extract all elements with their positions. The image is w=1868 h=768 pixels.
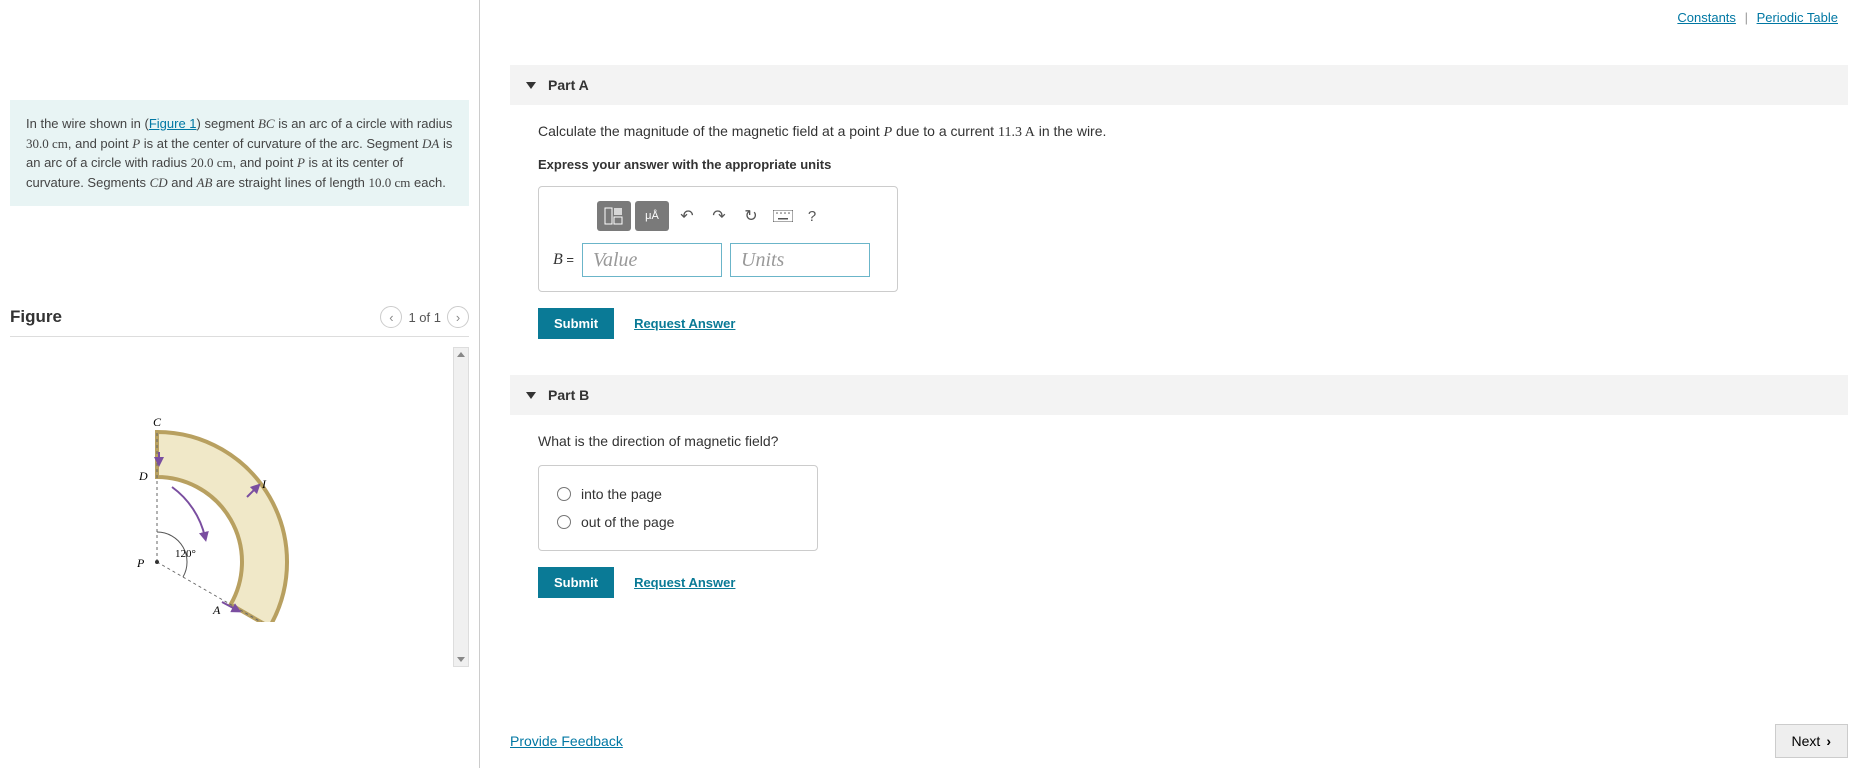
units-button[interactable]: μÅ	[635, 201, 669, 231]
value-input[interactable]	[582, 243, 722, 277]
option-out-of-page[interactable]: out of the page	[557, 508, 799, 536]
figure-scrollbar[interactable]	[453, 347, 469, 667]
provide-feedback-link[interactable]: Provide Feedback	[510, 733, 623, 749]
text: each.	[410, 175, 445, 190]
part-a-submit-row: Submit Request Answer	[538, 308, 1848, 339]
part-b-body: What is the direction of magnetic field?…	[510, 415, 1848, 614]
current-arrow-1	[172, 487, 205, 537]
scroll-down-icon[interactable]	[457, 657, 465, 662]
radio-out-of-page[interactable]	[557, 515, 571, 529]
scroll-up-icon[interactable]	[457, 352, 465, 357]
figure-title: Figure	[10, 307, 62, 327]
keyboard-button[interactable]	[769, 202, 797, 230]
part-b-submit-row: Submit Request Answer	[538, 567, 1848, 598]
text: and	[168, 175, 197, 190]
text: are straight lines of length	[212, 175, 368, 190]
point-p-dot	[155, 560, 159, 564]
redo-button[interactable]: ↷	[705, 202, 733, 230]
label-c: C	[153, 415, 162, 429]
divider: |	[1745, 10, 1748, 25]
text: is an arc of a circle with radius	[275, 116, 453, 131]
radio-into-page[interactable]	[557, 487, 571, 501]
figure-image: 120° C D P A B I	[10, 347, 453, 667]
part-a-instruction: Express your answer with the appropriate…	[538, 157, 1848, 172]
undo-button[interactable]: ↶	[673, 202, 701, 230]
option-label: into the page	[581, 486, 662, 502]
straight-length: 10.0 cm	[369, 175, 411, 190]
top-links: Constants | Periodic Table	[510, 0, 1848, 25]
point-p: P	[884, 125, 893, 140]
current-unit: A	[1025, 125, 1035, 140]
part-a-body: Calculate the magnitude of the magnetic …	[510, 105, 1848, 355]
next-button[interactable]: Next ›	[1775, 724, 1848, 758]
segment-bc: BC	[258, 116, 275, 131]
figure-header: Figure ‹ 1 of 1 ›	[10, 306, 469, 336]
request-answer-link[interactable]: Request Answer	[634, 575, 735, 590]
units-input[interactable]	[730, 243, 870, 277]
part-b-title: Part B	[548, 387, 589, 403]
part-a-header[interactable]: Part A	[510, 65, 1848, 105]
figure-nav: ‹ 1 of 1 ›	[380, 306, 469, 328]
part-a-title: Part A	[548, 77, 589, 93]
option-into-page[interactable]: into the page	[557, 480, 799, 508]
text: Calculate the magnitude of the magnetic …	[538, 123, 884, 139]
caret-down-icon	[526, 392, 536, 399]
variable-b: B	[553, 251, 563, 268]
answer-pane: Constants | Periodic Table Part A Calcul…	[480, 0, 1868, 768]
text: is at the center of curvature of the arc…	[140, 136, 422, 151]
text: in the wire.	[1035, 123, 1107, 139]
text: ) segment	[197, 116, 258, 131]
figure-next-button[interactable]: ›	[447, 306, 469, 328]
point-p2: P	[297, 155, 305, 170]
text: , and point	[68, 136, 132, 151]
submit-button[interactable]: Submit	[538, 567, 614, 598]
answer-input-row: B =	[553, 243, 883, 277]
template-button[interactable]	[597, 201, 631, 231]
next-label: Next	[1792, 733, 1821, 749]
chevron-right-icon: ›	[1826, 733, 1831, 749]
problem-pane: In the wire shown in (Figure 1) segment …	[0, 0, 480, 768]
figure-link[interactable]: Figure 1	[149, 116, 197, 131]
angle-label: 120°	[175, 548, 196, 560]
constants-link[interactable]: Constants	[1677, 10, 1736, 25]
point-p: P	[132, 136, 140, 151]
radius-bc: 30.0 cm	[26, 136, 68, 151]
figure-divider	[10, 336, 469, 337]
label-d: D	[138, 469, 148, 483]
part-b-question: What is the direction of magnetic field?	[538, 433, 1848, 449]
eq-variable: B =	[553, 251, 574, 269]
submit-button[interactable]: Submit	[538, 308, 614, 339]
segment-da: DA	[422, 136, 439, 151]
bottom-bar: Provide Feedback Next ›	[510, 714, 1848, 768]
arc-diagram: 120° C D P A B I	[117, 392, 347, 622]
reset-button[interactable]: ↻	[737, 202, 765, 230]
request-answer-link[interactable]: Request Answer	[634, 316, 735, 331]
segment-cd: CD	[150, 175, 168, 190]
label-p: P	[136, 556, 145, 570]
text: , and point	[233, 155, 297, 170]
label-a: A	[212, 603, 221, 617]
part-a-question: Calculate the magnitude of the magnetic …	[538, 123, 1848, 141]
option-label: out of the page	[581, 514, 674, 530]
figure-counter: 1 of 1	[408, 310, 441, 325]
problem-statement: In the wire shown in (Figure 1) segment …	[10, 100, 469, 206]
segment-ab: AB	[197, 175, 213, 190]
radio-options: into the page out of the page	[538, 465, 818, 551]
part-b-header[interactable]: Part B	[510, 375, 1848, 415]
text: In the wire shown in (	[26, 116, 149, 131]
periodic-table-link[interactable]: Periodic Table	[1757, 10, 1838, 25]
help-button[interactable]: ?	[801, 205, 823, 227]
eq-sign: =	[563, 252, 574, 267]
answer-toolbar: μÅ ↶ ↷ ↻ ?	[553, 201, 883, 231]
wire-path	[157, 432, 287, 622]
text: due to a current	[892, 123, 998, 139]
current-value: 11.3	[998, 125, 1025, 140]
radius-da: 20.0 cm	[191, 155, 233, 170]
figure-prev-button[interactable]: ‹	[380, 306, 402, 328]
answer-box: μÅ ↶ ↷ ↻ ? B =	[538, 186, 898, 292]
caret-down-icon	[526, 82, 536, 89]
figure-container: 120° C D P A B I	[10, 347, 469, 667]
